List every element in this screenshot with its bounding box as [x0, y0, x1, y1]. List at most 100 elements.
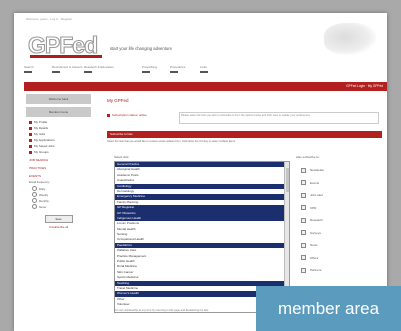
bullet-icon: [29, 132, 32, 136]
frequency-radio[interactable]: Daily: [32, 186, 91, 191]
screenshot-frame: Welcome, guest · Log in · Register GPFed…: [14, 13, 387, 331]
site-tagline: start your life changing adventure: [110, 46, 172, 51]
logo-underline: [30, 55, 102, 58]
sidebar-red-link[interactable]: JOB SEARCH: [29, 158, 91, 162]
topnav-item[interactable]: Search: [24, 65, 34, 73]
email-frequency-label: Email frequency:: [29, 180, 50, 184]
extra-lists-label: Also subscribe to:: [296, 155, 320, 159]
checkbox-icon[interactable]: [301, 167, 306, 173]
frequency-radio[interactable]: Monthly: [32, 198, 91, 203]
radio-label: Daily: [39, 186, 46, 191]
bullet-icon: [29, 138, 32, 142]
save-button[interactable]: Save: [44, 215, 73, 223]
checkbox-label: CPD: [310, 205, 317, 210]
sidebar-menu-heading: Member menu: [26, 107, 91, 117]
sidebar-item-label: My Profile: [34, 120, 48, 124]
checkbox-item[interactable]: Newsletter: [301, 164, 381, 177]
unsubscribe-link[interactable]: Unsubscribe all: [26, 225, 91, 229]
radio-icon[interactable]: [32, 198, 37, 203]
checkbox-icon[interactable]: [301, 255, 306, 261]
sidebar-item-label: My Jobs: [34, 132, 46, 136]
bullet-icon: [29, 150, 32, 154]
topnav-underline: [142, 71, 150, 73]
sidebar-item[interactable]: My Saved Jobs: [29, 144, 91, 148]
sidebar: Welcome back Member menu My Profile My De…: [26, 94, 91, 331]
checkbox-item[interactable]: CPD: [301, 202, 381, 215]
sidebar-item[interactable]: My Jobs: [29, 132, 91, 136]
scrollbar-thumb[interactable]: [285, 168, 289, 192]
checkbox-item[interactable]: Research: [301, 214, 381, 227]
checkbox-icon[interactable]: [301, 242, 306, 248]
topnav-label: Links: [200, 65, 208, 69]
status-icon: [107, 114, 110, 117]
topnav-label: Prescribing: [142, 65, 158, 69]
checkbox-label: Events: [310, 180, 320, 185]
top-navigation: Search Recruitment & Careers Research & Ed…: [24, 65, 264, 79]
radio-icon[interactable]: [32, 204, 37, 209]
sidebar-item[interactable]: My Profile: [29, 120, 91, 124]
info-row: Subscription status: active Please selec…: [107, 112, 382, 126]
topnav-label: Search: [24, 65, 34, 69]
checkbox-label: Partners: [310, 268, 322, 273]
section-description: Select the lists that you would like to …: [107, 140, 236, 143]
frequency-radio[interactable]: Weekly: [32, 192, 91, 197]
checkbox-icon[interactable]: [301, 230, 306, 236]
topnav-underline: [52, 71, 60, 73]
checkbox-icon[interactable]: [301, 180, 306, 186]
world-map-graphic: [324, 23, 376, 55]
checkbox-label: News: [310, 243, 318, 248]
topnav-item[interactable]: Links: [200, 65, 208, 73]
section-header: Subscribe to lists: [107, 131, 382, 138]
sidebar-red-link[interactable]: PRACTICES: [29, 166, 91, 170]
sidebar-item-label: My Groups: [34, 150, 49, 154]
topnav-label: Research & Education: [84, 65, 114, 69]
sidebar-red-link[interactable]: EVENTS: [29, 174, 91, 178]
checkbox-icon[interactable]: [301, 205, 306, 211]
site-logo[interactable]: GPFed: [27, 33, 106, 58]
bullet-icon: [29, 126, 32, 130]
checkbox-icon[interactable]: [301, 192, 306, 198]
topnav-underline: [24, 71, 32, 73]
sidebar-item[interactable]: My Applications: [29, 138, 91, 142]
topnav-item[interactable]: Recruitment & Careers: [52, 65, 83, 73]
sidebar-item[interactable]: My Groups: [29, 150, 91, 154]
member-area-button[interactable]: member area: [256, 286, 401, 331]
top-utility-line[interactable]: Welcome, guest · Log in · Register: [26, 17, 72, 21]
bullet-icon: [29, 120, 32, 124]
checkbox-item[interactable]: Partners: [301, 264, 381, 277]
subscription-status: Subscription status: active: [112, 113, 147, 117]
topnav-item[interactable]: Research & Education: [84, 65, 114, 73]
checkbox-list: Newsletter Events Jobs alert CPD Research Sur…: [301, 164, 381, 277]
sidebar-item-label: My Saved Jobs: [34, 144, 55, 148]
sidebar-welcome: Welcome back: [26, 94, 91, 104]
checkbox-item[interactable]: Events: [301, 177, 381, 190]
checkbox-item[interactable]: Surveys: [301, 227, 381, 240]
radio-label: Never: [39, 204, 47, 209]
radio-label: Weekly: [39, 192, 49, 197]
checkbox-label: Jobs alert: [310, 193, 324, 198]
sidebar-item-label: My Applications: [34, 138, 55, 142]
radio-icon[interactable]: [32, 186, 37, 191]
sidebar-item-label: My Details: [34, 126, 49, 130]
topnav-item[interactable]: Procedures: [170, 65, 185, 73]
checkbox-item[interactable]: News: [301, 239, 381, 252]
radio-icon[interactable]: [32, 192, 37, 197]
checkbox-label: Research: [310, 218, 323, 223]
topnav-underline: [84, 71, 92, 73]
checkbox-icon[interactable]: [301, 267, 306, 273]
info-message: Please select the lists you wish to subs…: [179, 112, 379, 124]
checkbox-label: Offers: [310, 255, 319, 260]
lists-field-label: Select lists:: [114, 155, 130, 159]
topnav-label: Procedures: [170, 65, 186, 69]
sidebar-item[interactable]: My Details: [29, 126, 91, 130]
checkbox-icon[interactable]: [301, 217, 306, 223]
bullet-icon: [29, 144, 32, 148]
topnav-label: Recruitment & Careers: [52, 65, 83, 69]
checkbox-label: Newsletter: [310, 168, 325, 173]
topnav-item[interactable]: Prescribing: [142, 65, 157, 73]
checkbox-item[interactable]: Offers: [301, 252, 381, 265]
frequency-radio[interactable]: Never: [32, 204, 91, 209]
header-red-bar[interactable]: GPFed Login · My GPFed: [24, 82, 387, 91]
checkbox-item[interactable]: Jobs alert: [301, 189, 381, 202]
radio-label: Monthly: [39, 198, 49, 203]
